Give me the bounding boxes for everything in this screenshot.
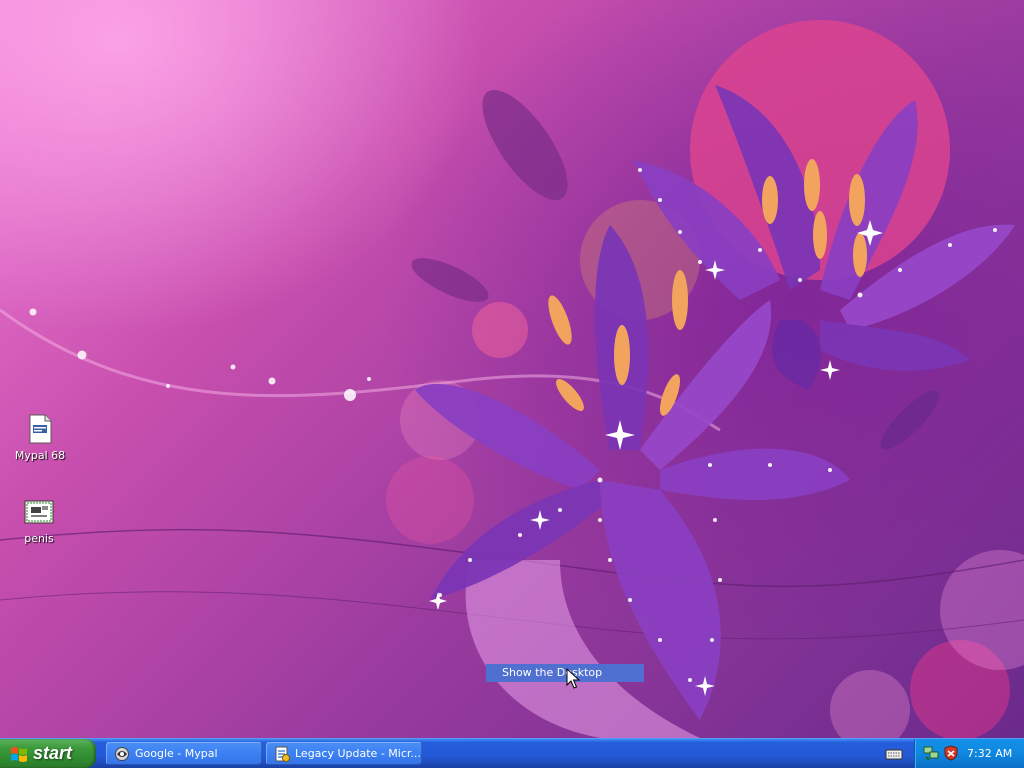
image-file-icon xyxy=(24,500,54,524)
start-button[interactable]: start xyxy=(0,739,96,768)
tooltip-show-desktop: Show the Desktop xyxy=(486,664,644,682)
taskbar-item-label: Google - Mypal xyxy=(135,747,218,760)
windows-logo-icon xyxy=(11,746,27,762)
taskbar-item-mypal[interactable]: Google - Mypal xyxy=(106,742,262,765)
taskbar-item-legacy-update[interactable]: Legacy Update - Micr... xyxy=(266,742,422,765)
legacy-update-icon xyxy=(275,746,290,762)
keyboard-language-icon[interactable] xyxy=(884,745,904,763)
shortcut-file-icon xyxy=(29,414,52,444)
clock[interactable]: 7:32 AM xyxy=(967,739,1012,768)
desktop-icon-mypal[interactable]: Mypal 68 xyxy=(2,413,78,462)
system-tray: 7:32 AM xyxy=(914,739,1024,768)
desktop-icon-penis[interactable]: penis xyxy=(1,496,77,545)
security-shield-icon[interactable] xyxy=(943,745,959,761)
desktop-icon-label: penis xyxy=(24,532,54,545)
mypal-browser-icon xyxy=(115,746,129,761)
taskbar: start Google - Mypal Legacy Update - Mic… xyxy=(0,738,1024,768)
desktop-icon-label: Mypal 68 xyxy=(14,449,66,462)
start-label: start xyxy=(33,743,73,763)
desktop[interactable]: Mypal 68 penis Show the Desktop xyxy=(0,0,1024,738)
wallpaper-flowers xyxy=(0,20,1024,738)
taskbar-item-label: Legacy Update - Micr... xyxy=(295,747,421,760)
mouse-pointer-icon xyxy=(566,668,580,689)
network-connection-icon[interactable] xyxy=(923,745,939,761)
